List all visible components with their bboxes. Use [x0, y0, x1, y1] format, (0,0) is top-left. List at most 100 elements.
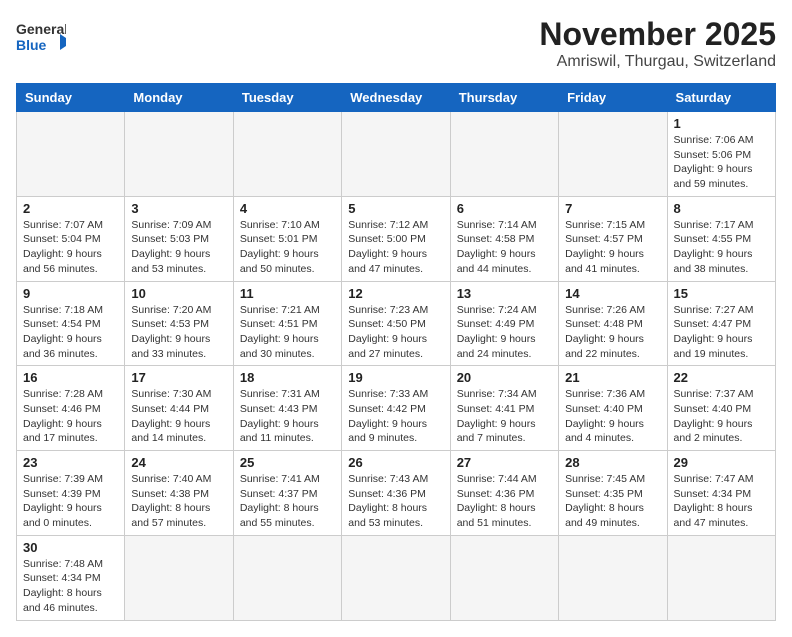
day-number: 28: [565, 455, 660, 470]
day-info: Sunrise: 7:06 AM Sunset: 5:06 PM Dayligh…: [674, 133, 769, 192]
day-info: Sunrise: 7:26 AM Sunset: 4:48 PM Dayligh…: [565, 303, 660, 362]
week-row-4: 16 Sunrise: 7:28 AM Sunset: 4:46 PM Dayli…: [17, 366, 776, 451]
day-info: Sunrise: 7:14 AM Sunset: 4:58 PM Dayligh…: [457, 218, 552, 277]
calendar-day: 4Sunrise: 7:10 AM Sunset: 5:01 PM Daylig…: [233, 196, 341, 281]
logo-area: General Blue: [16, 16, 66, 56]
page-title: November 2025: [539, 16, 776, 53]
day-info: Sunrise: 7:23 AM Sunset: 4:50 PM Dayligh…: [348, 303, 443, 362]
week-row-3: 9Sunrise: 7:18 AM Sunset: 4:54 PM Daylig…: [17, 281, 776, 366]
day-number: 14: [565, 286, 660, 301]
day-info: Sunrise: 7:30 AM Sunset: 4:44 PM Dayligh…: [131, 387, 226, 446]
day-number: 12: [348, 286, 443, 301]
calendar-day: [125, 112, 233, 197]
day-number: 25: [240, 455, 335, 470]
day-number: 6: [457, 201, 552, 216]
header: General Blue November 2025 Amriswil, Thu…: [16, 16, 776, 71]
day-info: Sunrise: 7:39 AM Sunset: 4:39 PM Dayligh…: [23, 472, 118, 531]
calendar-day: 18 Sunrise: 7:31 AM Sunset: 4:43 PM Dayli…: [233, 366, 341, 451]
week-row-6: 30 Sunrise: 7:48 AM Sunset: 4:34 PM Dayli…: [17, 535, 776, 620]
calendar-day: 3 Sunrise: 7:09 AM Sunset: 5:03 PM Daylig…: [125, 196, 233, 281]
day-info: Sunrise: 7:37 AM Sunset: 4:40 PM Dayligh…: [674, 387, 769, 446]
calendar-day: 15Sunrise: 7:27 AM Sunset: 4:47 PM Dayli…: [667, 281, 775, 366]
calendar-day: [450, 535, 558, 620]
day-info: Sunrise: 7:40 AM Sunset: 4:38 PM Dayligh…: [131, 472, 226, 531]
week-row-1: 1 Sunrise: 7:06 AM Sunset: 5:06 PM Daylig…: [17, 112, 776, 197]
day-info: Sunrise: 7:28 AM Sunset: 4:46 PM Dayligh…: [23, 387, 118, 446]
calendar-day: 8Sunrise: 7:17 AM Sunset: 4:55 PM Daylig…: [667, 196, 775, 281]
day-info: Sunrise: 7:20 AM Sunset: 4:53 PM Dayligh…: [131, 303, 226, 362]
calendar-day: 21Sunrise: 7:36 AM Sunset: 4:40 PM Dayli…: [559, 366, 667, 451]
day-info: Sunrise: 7:43 AM Sunset: 4:36 PM Dayligh…: [348, 472, 443, 531]
calendar-day: [17, 112, 125, 197]
calendar-day: [559, 112, 667, 197]
calendar-day: [125, 535, 233, 620]
calendar-day: 23 Sunrise: 7:39 AM Sunset: 4:39 PM Dayli…: [17, 451, 125, 536]
day-number: 2: [23, 201, 118, 216]
day-info: Sunrise: 7:47 AM Sunset: 4:34 PM Dayligh…: [674, 472, 769, 531]
day-number: 7: [565, 201, 660, 216]
day-info: Sunrise: 7:17 AM Sunset: 4:55 PM Dayligh…: [674, 218, 769, 277]
calendar-day: [667, 535, 775, 620]
day-number: 17: [131, 370, 226, 385]
calendar-table: Sunday Monday Tuesday Wednesday Thursday…: [16, 83, 776, 621]
day-info: Sunrise: 7:09 AM Sunset: 5:03 PM Dayligh…: [131, 218, 226, 277]
header-tuesday: Tuesday: [233, 84, 341, 112]
calendar-day: 20 Sunrise: 7:34 AM Sunset: 4:41 PM Dayli…: [450, 366, 558, 451]
calendar-day: 17 Sunrise: 7:30 AM Sunset: 4:44 PM Dayli…: [125, 366, 233, 451]
title-area: November 2025 Amriswil, Thurgau, Switzer…: [539, 16, 776, 71]
day-number: 19: [348, 370, 443, 385]
week-row-5: 23 Sunrise: 7:39 AM Sunset: 4:39 PM Dayli…: [17, 451, 776, 536]
calendar-day: 6 Sunrise: 7:14 AM Sunset: 4:58 PM Daylig…: [450, 196, 558, 281]
calendar-day: 24Sunrise: 7:40 AM Sunset: 4:38 PM Dayli…: [125, 451, 233, 536]
calendar-day: 29Sunrise: 7:47 AM Sunset: 4:34 PM Dayli…: [667, 451, 775, 536]
week-row-2: 2 Sunrise: 7:07 AM Sunset: 5:04 PM Daylig…: [17, 196, 776, 281]
day-number: 30: [23, 540, 118, 555]
calendar-day: 16 Sunrise: 7:28 AM Sunset: 4:46 PM Dayli…: [17, 366, 125, 451]
day-number: 5: [348, 201, 443, 216]
day-number: 18: [240, 370, 335, 385]
svg-text:Blue: Blue: [16, 37, 47, 53]
calendar-day: [233, 112, 341, 197]
svg-text:General: General: [16, 21, 66, 37]
calendar-day: 2 Sunrise: 7:07 AM Sunset: 5:04 PM Daylig…: [17, 196, 125, 281]
calendar-day: 1 Sunrise: 7:06 AM Sunset: 5:06 PM Daylig…: [667, 112, 775, 197]
calendar-day: 5 Sunrise: 7:12 AM Sunset: 5:00 PM Daylig…: [342, 196, 450, 281]
day-info: Sunrise: 7:33 AM Sunset: 4:42 PM Dayligh…: [348, 387, 443, 446]
calendar-day: [559, 535, 667, 620]
day-info: Sunrise: 7:15 AM Sunset: 4:57 PM Dayligh…: [565, 218, 660, 277]
day-info: Sunrise: 7:36 AM Sunset: 4:40 PM Dayligh…: [565, 387, 660, 446]
day-number: 23: [23, 455, 118, 470]
day-number: 10: [131, 286, 226, 301]
day-number: 1: [674, 116, 769, 131]
day-info: Sunrise: 7:31 AM Sunset: 4:43 PM Dayligh…: [240, 387, 335, 446]
day-info: Sunrise: 7:34 AM Sunset: 4:41 PM Dayligh…: [457, 387, 552, 446]
calendar-day: 19 Sunrise: 7:33 AM Sunset: 4:42 PM Dayli…: [342, 366, 450, 451]
header-wednesday: Wednesday: [342, 84, 450, 112]
header-monday: Monday: [125, 84, 233, 112]
day-number: 20: [457, 370, 552, 385]
logo-icon: General Blue: [16, 16, 66, 56]
day-number: 16: [23, 370, 118, 385]
calendar-day: 11Sunrise: 7:21 AM Sunset: 4:51 PM Dayli…: [233, 281, 341, 366]
day-number: 9: [23, 286, 118, 301]
calendar-day: [450, 112, 558, 197]
day-info: Sunrise: 7:07 AM Sunset: 5:04 PM Dayligh…: [23, 218, 118, 277]
calendar-day: 25 Sunrise: 7:41 AM Sunset: 4:37 PM Dayli…: [233, 451, 341, 536]
day-info: Sunrise: 7:44 AM Sunset: 4:36 PM Dayligh…: [457, 472, 552, 531]
calendar-day: [233, 535, 341, 620]
day-info: Sunrise: 7:41 AM Sunset: 4:37 PM Dayligh…: [240, 472, 335, 531]
calendar-day: [342, 112, 450, 197]
calendar-day: 7 Sunrise: 7:15 AM Sunset: 4:57 PM Daylig…: [559, 196, 667, 281]
header-friday: Friday: [559, 84, 667, 112]
header-thursday: Thursday: [450, 84, 558, 112]
day-info: Sunrise: 7:48 AM Sunset: 4:34 PM Dayligh…: [23, 557, 118, 616]
calendar-day: 28Sunrise: 7:45 AM Sunset: 4:35 PM Dayli…: [559, 451, 667, 536]
day-number: 3: [131, 201, 226, 216]
calendar-day: 14 Sunrise: 7:26 AM Sunset: 4:48 PM Dayli…: [559, 281, 667, 366]
calendar-day: 9Sunrise: 7:18 AM Sunset: 4:54 PM Daylig…: [17, 281, 125, 366]
day-info: Sunrise: 7:12 AM Sunset: 5:00 PM Dayligh…: [348, 218, 443, 277]
day-number: 4: [240, 201, 335, 216]
calendar-day: 30 Sunrise: 7:48 AM Sunset: 4:34 PM Dayli…: [17, 535, 125, 620]
day-info: Sunrise: 7:21 AM Sunset: 4:51 PM Dayligh…: [240, 303, 335, 362]
calendar-day: 26Sunrise: 7:43 AM Sunset: 4:36 PM Dayli…: [342, 451, 450, 536]
